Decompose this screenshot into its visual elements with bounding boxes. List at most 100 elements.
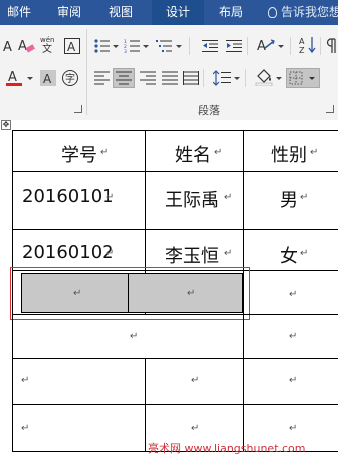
- table-header-cell[interactable]: 学号 ↵: [12, 130, 146, 172]
- tab-layout[interactable]: 布局: [210, 0, 252, 25]
- svg-text:A: A: [43, 72, 52, 86]
- cell-name: 李玉恒: [165, 246, 219, 267]
- cell-end-mark: ↵: [106, 192, 115, 203]
- line-spacing-icon[interactable]: [212, 69, 232, 87]
- align-right-icon[interactable]: [138, 69, 158, 87]
- table-cell[interactable]: 李玉恒 ↵: [145, 229, 244, 271]
- justify-icon[interactable]: [160, 69, 180, 87]
- selected-split-cell[interactable]: ↵: [128, 273, 243, 313]
- align-center-icon[interactable]: [113, 68, 135, 88]
- borders-icon[interactable]: [286, 68, 320, 88]
- cell-end-mark: ↵: [106, 248, 115, 259]
- cell-student-id: 20160102: [22, 242, 114, 263]
- font-dialog-launcher-icon[interactable]: [74, 105, 82, 113]
- svg-text:A: A: [3, 40, 12, 53]
- ribbon-separator: [203, 69, 204, 87]
- cell-end-mark: ↵: [224, 192, 233, 203]
- table-cell[interactable]: 20160101 ↵: [12, 171, 146, 230]
- cell-end-mark: ↵: [130, 331, 139, 342]
- table-cell[interactable]: ↵: [145, 358, 244, 405]
- multilevel-list-dropdown-icon[interactable]: [176, 45, 182, 48]
- tab-view[interactable]: 视图: [100, 0, 142, 25]
- bullets-icon[interactable]: [92, 37, 112, 55]
- cell-gender: 女: [280, 246, 298, 267]
- font-color-dropdown-icon[interactable]: [27, 77, 33, 80]
- decrease-indent-icon[interactable]: [200, 37, 220, 55]
- cell-end-mark: ↵: [289, 375, 298, 386]
- tell-me-box[interactable]: 告诉我您想: [268, 0, 338, 25]
- cell-end-mark: ↵: [289, 331, 298, 342]
- selected-split-cell[interactable]: ↵: [21, 273, 129, 313]
- svg-text:A: A: [67, 40, 76, 54]
- shading-dropdown-icon[interactable]: [276, 77, 282, 80]
- svg-text:字: 字: [65, 72, 75, 85]
- cell-end-mark: ↵: [191, 375, 200, 386]
- table-cell[interactable]: ↵: [243, 358, 338, 405]
- tell-me-text: 告诉我您想: [281, 5, 338, 19]
- table-move-handle-icon[interactable]: ✥: [1, 120, 11, 130]
- tab-design[interactable]: 设计: [152, 0, 204, 25]
- cell-end-mark: ↵: [300, 192, 309, 203]
- cell-end-mark: ↵: [187, 288, 196, 299]
- font-color-icon[interactable]: A: [4, 69, 24, 87]
- table-cell[interactable]: 20160102 ↵: [12, 229, 146, 271]
- ribbon-separator: [247, 37, 248, 55]
- svg-text:3: 3: [124, 49, 127, 53]
- ribbon-tab-bar: 邮件 审阅 视图 设计 布局 告诉我您想: [0, 0, 338, 25]
- svg-text:A: A: [18, 39, 27, 54]
- tab-mailings[interactable]: 邮件: [0, 0, 38, 25]
- table-header-cell[interactable]: 姓名 ↵: [145, 130, 244, 172]
- table-cell[interactable]: 女 ↵: [243, 229, 338, 271]
- header-gender: 性别: [271, 145, 307, 166]
- numbering-icon[interactable]: 123: [122, 37, 142, 55]
- table-cell[interactable]: ↵: [243, 270, 338, 315]
- header-student-id: 学号: [61, 145, 97, 166]
- svg-text:A: A: [257, 39, 266, 54]
- clear-formatting-icon[interactable]: A: [16, 37, 36, 55]
- increase-indent-icon[interactable]: [224, 37, 244, 55]
- cell-end-mark: ↵: [224, 248, 233, 259]
- line-spacing-dropdown-icon[interactable]: [234, 77, 240, 80]
- numbering-dropdown-icon[interactable]: [143, 45, 149, 48]
- merged-table-cell[interactable]: ↵: [12, 314, 244, 359]
- align-left-icon[interactable]: [92, 69, 112, 87]
- svg-text:wén: wén: [40, 36, 54, 44]
- multilevel-list-icon[interactable]: [154, 37, 174, 55]
- table-cell[interactable]: ↵: [12, 358, 146, 405]
- svg-text:Z: Z: [299, 46, 305, 54]
- character-border-icon[interactable]: A: [62, 37, 82, 55]
- cell-end-mark: ↵: [214, 147, 223, 158]
- distributed-icon[interactable]: [181, 69, 201, 87]
- cell-name: 王际禹: [165, 190, 219, 211]
- table-cell[interactable]: ↵: [12, 404, 146, 452]
- cell-end-mark: ↵: [21, 423, 30, 434]
- svg-text:文: 文: [42, 42, 52, 53]
- ribbon-separator: [320, 37, 321, 55]
- character-shading-icon[interactable]: A: [38, 69, 58, 87]
- shading-icon[interactable]: [254, 68, 274, 86]
- table-header-cell[interactable]: 性别 ↵: [243, 130, 338, 172]
- svg-text:A: A: [299, 37, 305, 46]
- show-formatting-marks-icon[interactable]: [326, 37, 338, 55]
- table-cell[interactable]: 男 ↵: [243, 171, 338, 230]
- bullets-dropdown-icon[interactable]: [113, 45, 119, 48]
- chinese-layout-icon[interactable]: A: [256, 37, 276, 55]
- phonetic-guide-icon[interactable]: wén 文: [38, 35, 58, 53]
- cell-end-mark: ↵: [73, 288, 82, 299]
- tab-review[interactable]: 审阅: [48, 0, 90, 25]
- table-cell[interactable]: ↵: [243, 314, 338, 359]
- site-watermark: 亮术网 www.liangshunet.com: [148, 442, 306, 455]
- lightbulb-icon: [268, 7, 277, 18]
- ribbon-body: A A wén 文 A A A 字 123 A AZ 段落: [0, 25, 338, 121]
- ribbon-separator: [86, 29, 87, 115]
- cell-end-mark: ↵: [191, 423, 200, 434]
- chinese-layout-dropdown-icon[interactable]: [278, 45, 284, 48]
- sort-icon[interactable]: AZ: [298, 36, 318, 54]
- ribbon-separator: [245, 69, 246, 87]
- cell-end-mark: ↵: [289, 289, 298, 300]
- paragraph-group-label: 段落: [198, 104, 220, 117]
- cell-gender: 男: [280, 190, 298, 211]
- enclose-characters-icon[interactable]: 字: [60, 69, 80, 87]
- table-cell[interactable]: 王际禹 ↵: [145, 171, 244, 230]
- paragraph-dialog-launcher-icon[interactable]: [326, 105, 334, 113]
